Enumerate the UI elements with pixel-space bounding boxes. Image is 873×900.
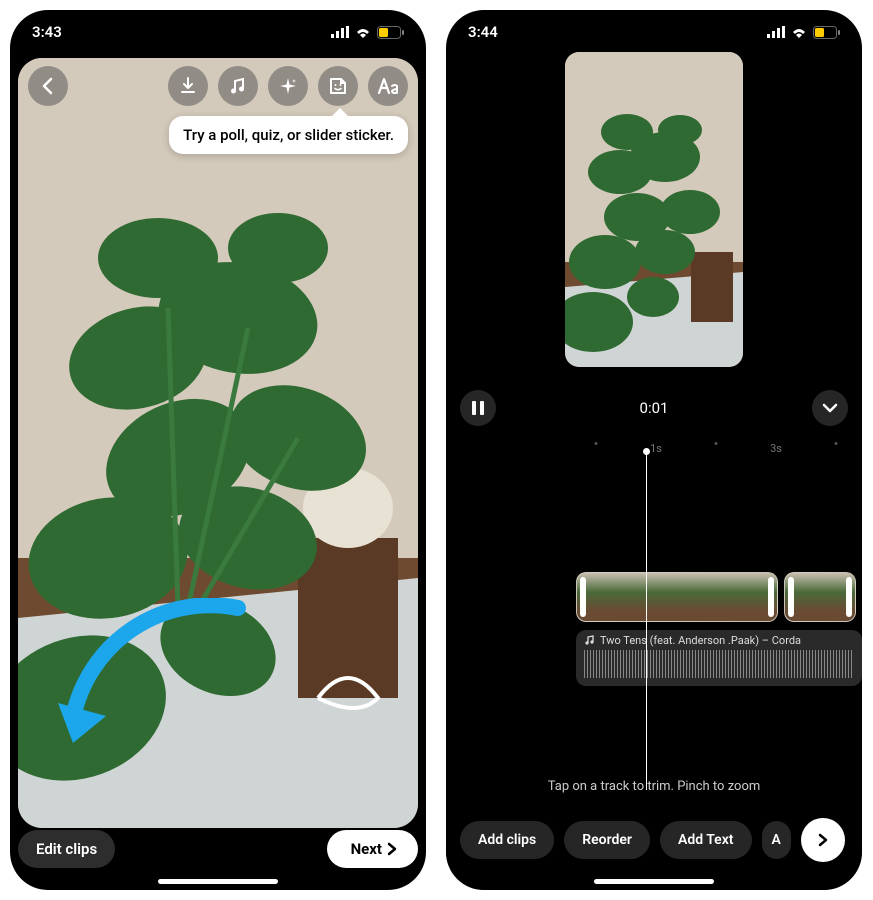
annotation-arrow (38, 598, 258, 758)
next-label: Next (351, 840, 382, 858)
reorder-button[interactable]: Reorder (564, 821, 650, 859)
effects-button[interactable] (268, 66, 308, 106)
add-text-button[interactable]: Add Text (660, 821, 752, 859)
add-clips-button[interactable]: Add clips (460, 821, 554, 859)
chevron-left-icon (39, 77, 57, 95)
story-editor-screen: 3:43 (10, 10, 426, 890)
sticker-icon (327, 75, 349, 97)
top-controls (28, 66, 408, 106)
chevron-right-icon (386, 842, 398, 856)
download-button[interactable] (168, 66, 208, 106)
sparkle-icon (278, 76, 298, 96)
bottom-bar: Edit clips Next (18, 830, 418, 868)
playback-row: 0:01 (446, 390, 862, 426)
ruler-tick-3s: 3s (770, 442, 782, 455)
status-time: 3:43 (32, 23, 62, 41)
story-media-preview[interactable]: Try a poll, quiz, or slider sticker. (18, 58, 418, 828)
trim-handle-right[interactable] (768, 577, 774, 617)
audio-track-title: Two Tens (feat. Anderson .Paak) – Corda (600, 634, 801, 647)
text-button[interactable] (368, 66, 408, 106)
status-icons (767, 26, 840, 39)
pause-icon (471, 400, 485, 416)
forward-button[interactable] (801, 818, 845, 862)
status-bar: 3:43 (10, 10, 426, 54)
back-button[interactable] (28, 66, 68, 106)
more-action-button[interactable]: A (762, 821, 791, 859)
text-aa-icon (377, 77, 399, 95)
status-icons (331, 26, 404, 39)
wifi-icon (790, 26, 808, 39)
cellular-icon (331, 26, 349, 38)
trim-handle-right[interactable] (846, 577, 852, 617)
action-bar: Add clips Reorder Add Text A (446, 818, 862, 862)
trim-handle-left[interactable] (580, 577, 586, 617)
home-indicator[interactable] (158, 879, 278, 884)
pause-button[interactable] (460, 390, 496, 426)
status-time: 3:44 (468, 23, 498, 41)
audio-waveform (584, 650, 854, 678)
plant-photo-small (565, 52, 743, 367)
video-track[interactable] (576, 572, 862, 620)
audio-track[interactable]: Two Tens (feat. Anderson .Paak) – Corda (576, 630, 862, 686)
battery-icon (813, 26, 840, 39)
home-indicator[interactable] (594, 879, 714, 884)
playhead[interactable] (646, 452, 647, 790)
collapse-button[interactable] (812, 390, 848, 426)
download-icon (178, 76, 198, 96)
clip-preview[interactable] (565, 52, 743, 367)
wifi-icon (354, 26, 372, 39)
chevron-right-icon (817, 833, 829, 847)
clip-1[interactable] (576, 572, 778, 622)
clip-2[interactable] (784, 572, 856, 622)
trim-handle-left[interactable] (788, 577, 794, 617)
timeline-hint: Tap on a track to trim. Pinch to zoom (446, 779, 862, 794)
ruler-tick-1s: 1s (650, 442, 662, 455)
sticker-button[interactable] (318, 66, 358, 106)
music-button[interactable] (218, 66, 258, 106)
sticker-tooltip: Try a poll, quiz, or slider sticker. (169, 116, 408, 154)
chevron-down-icon (822, 403, 838, 413)
timeline[interactable]: 1s 3s Two Tens (feat. Anderson .Paak) – … (446, 442, 862, 890)
next-button[interactable]: Next (327, 830, 418, 868)
timeline-ruler: 1s 3s (446, 442, 862, 466)
status-bar: 3:44 (446, 10, 862, 54)
battery-icon (377, 26, 404, 39)
cellular-icon (767, 26, 785, 38)
music-note-icon (584, 635, 595, 646)
music-icon (228, 76, 248, 96)
playback-time: 0:01 (496, 399, 812, 417)
edit-clips-button[interactable]: Edit clips (18, 830, 115, 868)
clip-editor-screen: 3:44 0:01 (446, 10, 862, 890)
